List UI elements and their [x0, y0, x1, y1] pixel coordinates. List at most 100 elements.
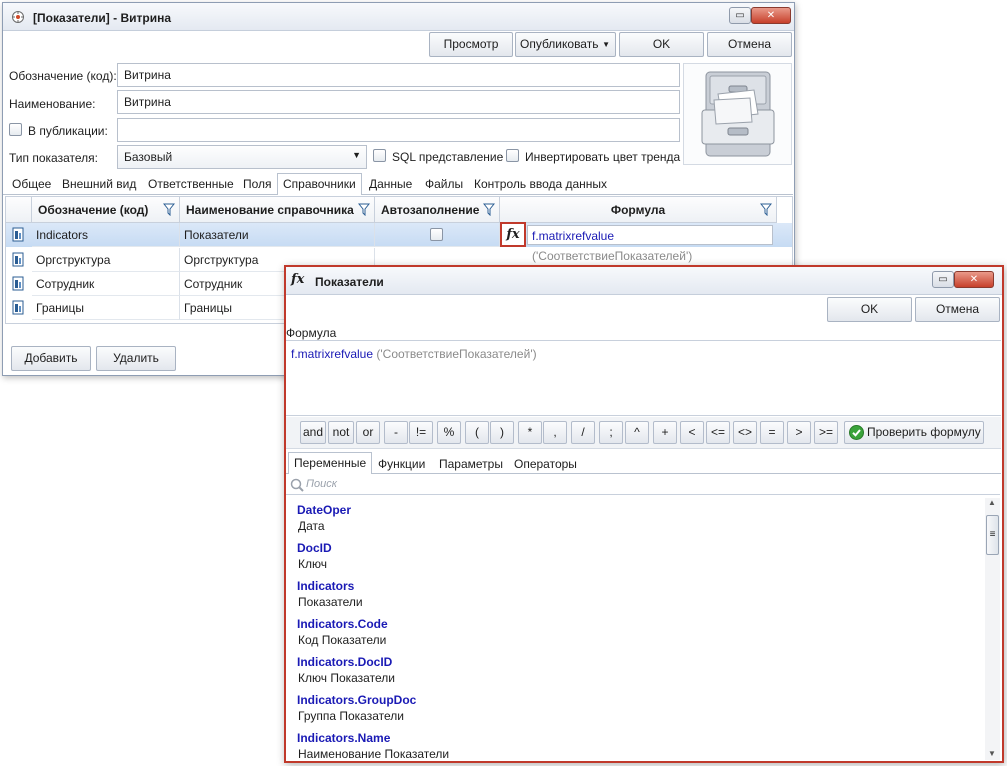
code-label: Обозначение (код):: [9, 69, 117, 83]
grid-cell-name[interactable]: Показатели: [180, 223, 375, 247]
restore-icon[interactable]: ▭: [932, 271, 954, 288]
search-input[interactable]: Поиск: [286, 475, 1000, 495]
filter-icon[interactable]: [760, 203, 772, 216]
grid-header-formula-label: Формула: [610, 203, 666, 217]
grid-cell-code[interactable]: Сотрудник: [32, 272, 180, 296]
grid-cell-autofill[interactable]: [375, 223, 500, 247]
variable-name[interactable]: Indicators: [297, 579, 354, 593]
grid-header-formula[interactable]: Формула: [500, 197, 777, 223]
name-input[interactable]: Витрина: [117, 90, 680, 114]
operator-percent-button[interactable]: %: [437, 421, 461, 444]
tab-fields[interactable]: Поля: [243, 177, 272, 191]
fx-icon: fx: [506, 227, 520, 242]
variable-description: Группа Показатели: [298, 709, 404, 723]
tab-functions[interactable]: Функции: [378, 457, 425, 471]
operator-less-equal-button[interactable]: <=: [706, 421, 730, 444]
add-button[interactable]: Добавить: [11, 346, 91, 371]
operator-not-equal-alt-button[interactable]: <>: [733, 421, 757, 444]
operator-equal-button[interactable]: =: [760, 421, 784, 444]
variable-description: Дата: [298, 519, 325, 533]
grid-cell-formula[interactable]: f.matrixrefvalue ('СоответствиеПоказател…: [527, 225, 773, 263]
cancel-button[interactable]: Отмена: [707, 32, 792, 57]
operator-plus-button[interactable]: +: [653, 421, 677, 444]
operator-minus-button[interactable]: -: [384, 421, 408, 444]
filing-cabinet-icon: [683, 63, 792, 165]
row-document-icon: [11, 276, 25, 292]
check-icon: [849, 425, 864, 440]
tab-directories[interactable]: Справочники: [277, 173, 362, 195]
variable-name[interactable]: Indicators.Code: [297, 617, 388, 631]
type-select[interactable]: Базовый ▼: [117, 145, 367, 169]
filter-icon[interactable]: [483, 203, 495, 216]
invert-trend-label: Инвертировать цвет тренда: [525, 150, 681, 164]
autofill-checkbox[interactable]: [430, 228, 443, 241]
operator-close-paren-button[interactable]: ): [490, 421, 514, 444]
tab-responsible[interactable]: Ответственные: [148, 177, 234, 191]
operator-open-paren-button[interactable]: (: [465, 421, 489, 444]
check-formula-label: Проверить формулу: [867, 425, 981, 439]
grid-header-name-label: Наименование справочника: [186, 203, 354, 217]
variable-name[interactable]: DocID: [297, 541, 332, 555]
check-formula-button[interactable]: Проверить формулу: [844, 421, 984, 444]
variable-name[interactable]: Indicators.Name: [297, 731, 390, 745]
in-publication-checkbox[interactable]: [9, 123, 22, 136]
tab-data[interactable]: Данные: [369, 177, 412, 191]
operator-or-button[interactable]: or: [356, 421, 380, 444]
operator-greater-button[interactable]: >: [787, 421, 811, 444]
tab-operators[interactable]: Операторы: [514, 457, 577, 471]
dialog-ok-button[interactable]: OK: [827, 297, 912, 322]
scrollbar-thumb[interactable]: ≡: [986, 515, 999, 555]
fx-icon: fx: [291, 272, 305, 287]
tab-appearance[interactable]: Внешний вид: [62, 177, 136, 191]
search-placeholder: Поиск: [306, 478, 337, 490]
row-document-icon: [11, 227, 25, 243]
tab-general[interactable]: Общее: [12, 177, 51, 191]
tab-variables[interactable]: Переменные: [288, 452, 373, 474]
grid-cell-code[interactable]: Границы: [32, 296, 180, 320]
formula-editor[interactable]: f.matrixrefvalue ('СоответствиеПоказател…: [286, 340, 1001, 416]
operator-power-button[interactable]: ^: [625, 421, 649, 444]
operator-and-button[interactable]: and: [300, 421, 326, 444]
filter-icon[interactable]: [358, 203, 370, 216]
scroll-down-icon[interactable]: ▼: [988, 749, 996, 758]
ok-button[interactable]: OK: [619, 32, 704, 57]
filter-icon[interactable]: [163, 203, 175, 216]
operator-not-button[interactable]: not: [328, 421, 354, 444]
scroll-up-icon[interactable]: ▲: [988, 498, 996, 507]
operator-multiply-button[interactable]: *: [518, 421, 542, 444]
grid-header-name[interactable]: Наименование справочника: [180, 197, 375, 223]
variable-description: Наименование Показатели: [298, 747, 450, 761]
restore-icon[interactable]: ▭: [729, 7, 751, 24]
formula-editor-argument: ('СоответствиеПоказателей'): [376, 347, 537, 361]
close-icon[interactable]: ✕: [954, 271, 994, 288]
variable-name[interactable]: Indicators.GroupDoc: [297, 693, 416, 707]
operator-less-button[interactable]: <: [680, 421, 704, 444]
invert-trend-checkbox[interactable]: [506, 149, 519, 162]
preview-button[interactable]: Просмотр: [429, 32, 513, 57]
fx-button[interactable]: fx: [500, 222, 526, 247]
dropdown-arrow-icon: ▼: [602, 40, 610, 49]
variable-name[interactable]: Indicators.DocID: [297, 655, 392, 669]
in-publication-input[interactable]: [117, 118, 680, 142]
grid-cell-code[interactable]: Оргструктура: [32, 248, 180, 272]
tab-files[interactable]: Файлы: [425, 177, 463, 191]
close-icon[interactable]: ✕: [751, 7, 791, 24]
dialog-cancel-button[interactable]: Отмена: [915, 297, 1000, 322]
code-input[interactable]: Витрина: [117, 63, 680, 87]
operator-comma-button[interactable]: ,: [543, 421, 567, 444]
variable-description: Код Показатели: [298, 633, 387, 647]
sql-checkbox[interactable]: [373, 149, 386, 162]
delete-button[interactable]: Удалить: [96, 346, 176, 371]
grid-cell-code[interactable]: Indicators: [32, 223, 180, 247]
tab-input-control[interactable]: Контроль ввода данных: [474, 177, 607, 191]
grid-header-code[interactable]: Обозначение (код): [32, 197, 180, 223]
operator-greater-equal-button[interactable]: >=: [814, 421, 838, 444]
variable-name[interactable]: DateOper: [297, 503, 351, 517]
tab-parameters[interactable]: Параметры: [439, 457, 503, 471]
grid-header-autofill[interactable]: Автозаполнение: [375, 197, 500, 223]
operator-semicolon-button[interactable]: ;: [599, 421, 623, 444]
variable-description: Ключ Показатели: [298, 671, 395, 685]
operator-divide-button[interactable]: /: [571, 421, 595, 444]
operator-not-equal-button[interactable]: !=: [409, 421, 433, 444]
publish-button[interactable]: Опубликовать ▼: [515, 32, 616, 57]
